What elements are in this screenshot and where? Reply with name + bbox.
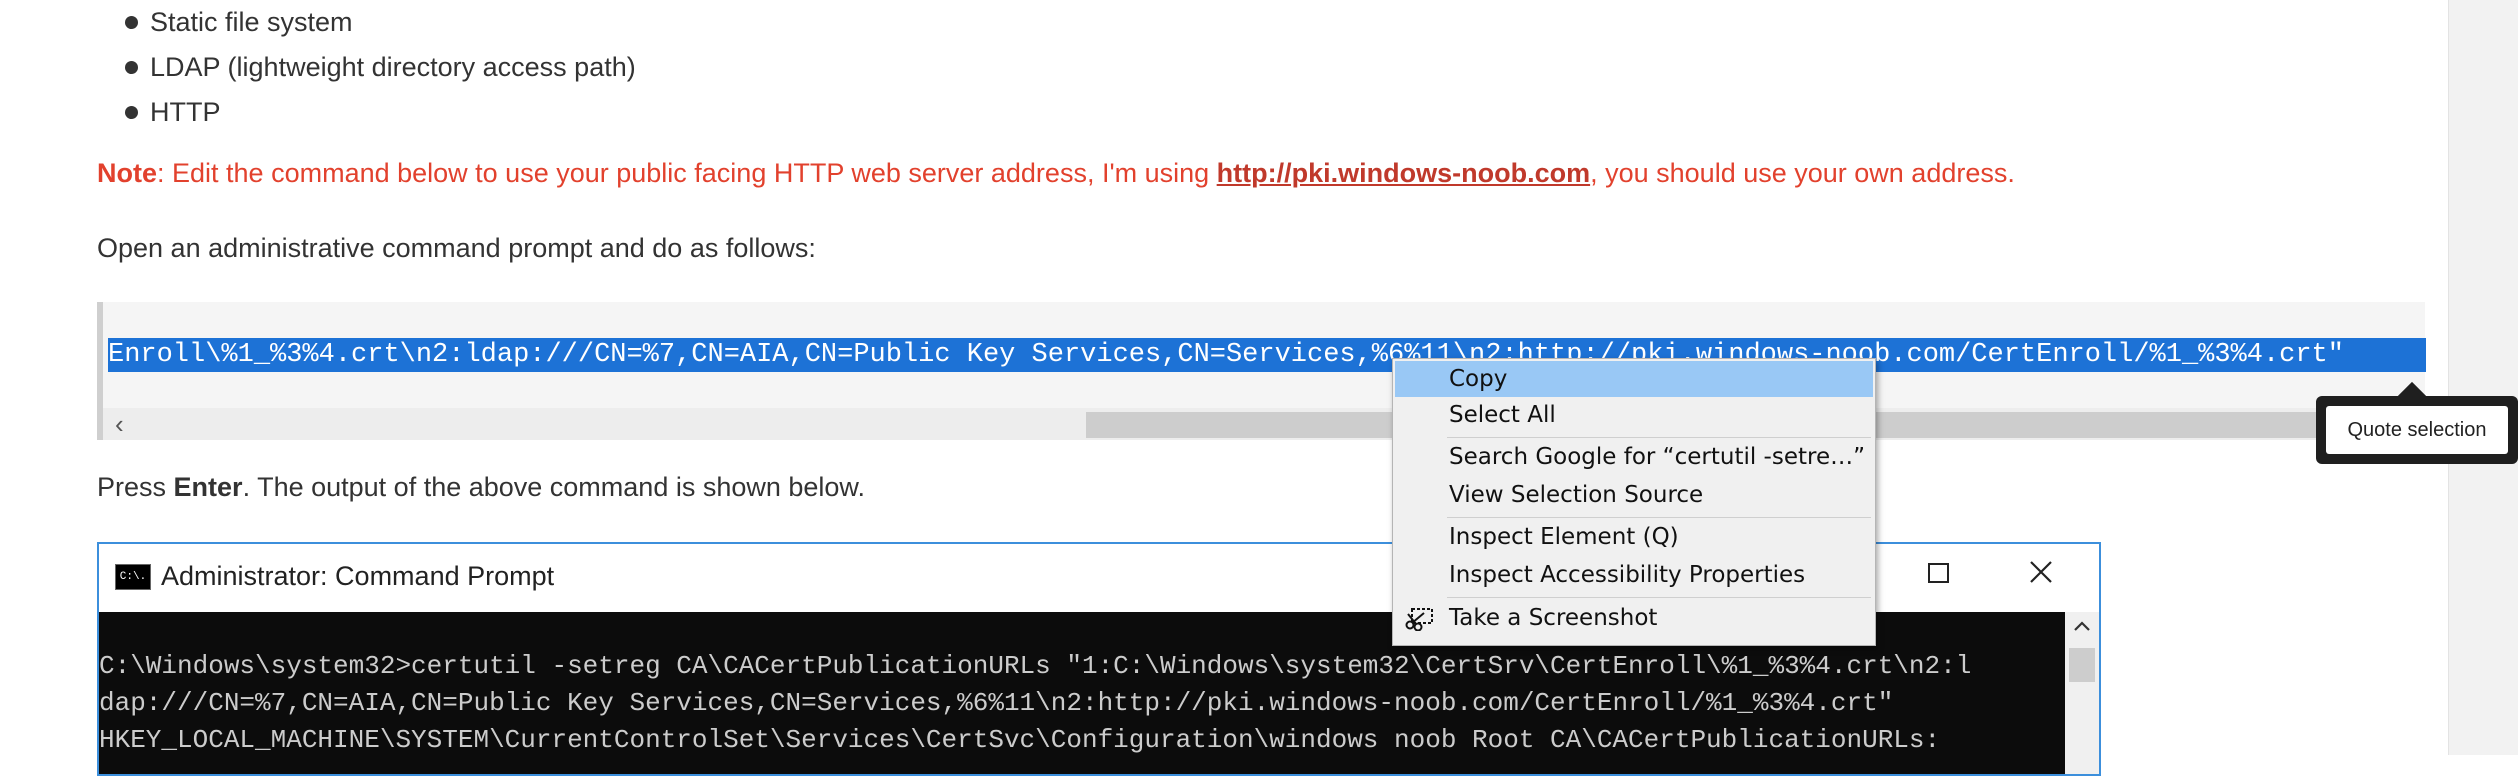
press-paragraph: Press Enter. The output of the above com… — [97, 472, 865, 503]
pki-link[interactable]: http://pki.windows-noob.com — [1217, 158, 1590, 188]
close-icon — [2021, 558, 2061, 594]
menu-item-inspect-accessibility[interactable]: Inspect Accessibility Properties — [1395, 557, 1873, 593]
enter-key-label: Enter — [173, 472, 243, 502]
maximize-icon — [1919, 558, 1959, 594]
list-item: HTTP — [125, 90, 636, 135]
bullet-list: Static file system LDAP (lightweight dir… — [125, 0, 636, 135]
menu-item-inspect-element[interactable]: Inspect Element (Q) — [1395, 519, 1873, 555]
note-text-end: , you should use your own address. — [1590, 158, 2015, 188]
cmd-vertical-scrollbar — [2065, 612, 2099, 774]
scroll-left-icon[interactable]: ‹ — [115, 408, 124, 440]
menu-item-search-google[interactable]: Search Google for “certutil -setre…” — [1395, 439, 1873, 475]
code-horizontal-scrollbar[interactable]: ‹ — [103, 408, 2425, 440]
menu-separator — [1447, 517, 1871, 518]
list-item: LDAP (lightweight directory access path) — [125, 45, 636, 90]
selected-code-text[interactable]: Enroll\%1_%3%4.crt\n2:ldap:///CN=%7,CN=A… — [108, 338, 2426, 372]
menu-item-take-screenshot[interactable]: Take a Screenshot — [1395, 600, 1873, 636]
menu-separator — [1447, 437, 1871, 438]
press-text-end: . The output of the above command is sho… — [242, 472, 865, 502]
quote-selection-button[interactable]: Quote selection — [2326, 406, 2508, 454]
menu-item-label: Inspect Element (Q) — [1449, 524, 1679, 550]
code-block[interactable]: Enroll\%1_%3%4.crt\n2:ldap:///CN=%7,CN=A… — [97, 302, 2426, 440]
intro-paragraph: Open an administrative command prompt an… — [97, 233, 816, 263]
note-label: Note — [97, 158, 157, 188]
menu-item-label: Inspect Accessibility Properties — [1449, 562, 1806, 588]
context-menu: Copy Select All Search Google for “certu… — [1392, 358, 1876, 646]
console-line: C:\Windows\system32>certutil -setreg CA\… — [99, 651, 1972, 681]
page-scrollbar-track[interactable] — [2448, 0, 2518, 755]
note-paragraph: Note: Edit the command below to use your… — [97, 158, 2015, 189]
scrollbar-thumb — [2069, 648, 2095, 682]
menu-item-label: Copy — [1449, 366, 1508, 392]
note-text: : Edit the command below to use your pub… — [157, 158, 1217, 188]
menu-item-label: Take a Screenshot — [1449, 605, 1658, 631]
console-line: dap:///CN=%7,CN=AIA,CN=Public Key Servic… — [99, 688, 1894, 718]
command-prompt-icon: C:\. — [115, 564, 151, 590]
menu-separator — [1447, 597, 1871, 598]
list-item: Static file system — [125, 0, 636, 45]
menu-item-label: Search Google for “certutil -setre…” — [1449, 444, 1866, 470]
menu-item-copy[interactable]: Copy — [1395, 361, 1873, 397]
press-text: Press — [97, 472, 174, 502]
quote-selection-tooltip: Quote selection — [2316, 396, 2518, 464]
scroll-up-icon — [2065, 612, 2099, 642]
cmd-window-title: Administrator: Command Prompt — [161, 561, 555, 591]
console-line: HKEY_LOCAL_MACHINE\SYSTEM\CurrentControl… — [99, 725, 1941, 755]
menu-item-label: View Selection Source — [1449, 482, 1704, 508]
screenshot-icon — [1405, 606, 1435, 632]
article-page: Static file system LDAP (lightweight dir… — [0, 0, 2518, 776]
console-text: C:\Windows\system32>certutil -setreg CA\… — [99, 648, 1971, 759]
menu-item-select-all[interactable]: Select All — [1395, 397, 1873, 433]
menu-item-label: Select All — [1449, 402, 1556, 428]
menu-item-view-selection-source[interactable]: View Selection Source — [1395, 477, 1873, 513]
